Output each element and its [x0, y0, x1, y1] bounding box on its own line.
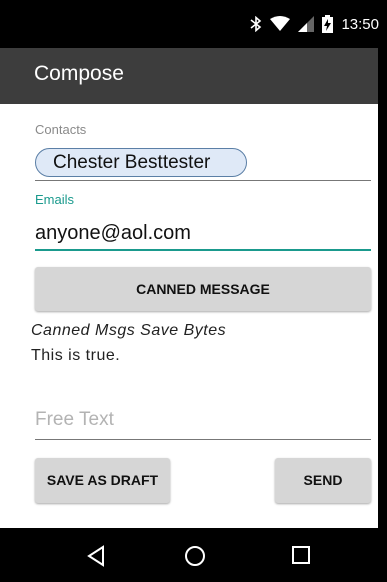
wifi-icon	[270, 16, 291, 32]
email-field[interactable]: anyone@aol.com	[35, 222, 191, 245]
bluetooth-icon	[250, 16, 262, 32]
free-text-underline	[35, 439, 371, 440]
contact-chip[interactable]: Chester Besttester	[35, 148, 247, 177]
app-bar: Compose	[0, 48, 378, 104]
compose-form: Contacts Chester Besttester Emails anyon…	[0, 104, 378, 528]
canned-message-button[interactable]: CANNED MESSAGE	[35, 267, 371, 311]
send-button[interactable]: SEND	[275, 458, 371, 503]
back-icon[interactable]	[86, 545, 106, 572]
page-title: Compose	[34, 62, 124, 85]
cell-signal-icon	[298, 16, 315, 32]
status-icons: 13:50	[250, 13, 379, 35]
status-bar: 13:50	[0, 0, 387, 48]
contacts-label: Contacts	[35, 122, 87, 137]
navigation-bar	[0, 528, 387, 582]
email-field-underline	[35, 249, 371, 251]
canned-message-body: This is true.	[31, 347, 121, 364]
recents-icon[interactable]	[291, 545, 311, 570]
canned-message-title: Canned Msgs Save Bytes	[31, 322, 227, 339]
home-icon[interactable]	[184, 545, 206, 572]
save-as-draft-button[interactable]: SAVE AS DRAFT	[35, 458, 170, 503]
contacts-field-underline	[35, 180, 371, 181]
screen-edge	[378, 48, 387, 528]
free-text-input[interactable]: Free Text	[35, 409, 114, 431]
clock: 13:50	[341, 15, 379, 33]
emails-label: Emails	[35, 192, 75, 207]
battery-charging-icon	[322, 15, 334, 33]
contact-chip-label: Chester Besttester	[53, 152, 211, 173]
